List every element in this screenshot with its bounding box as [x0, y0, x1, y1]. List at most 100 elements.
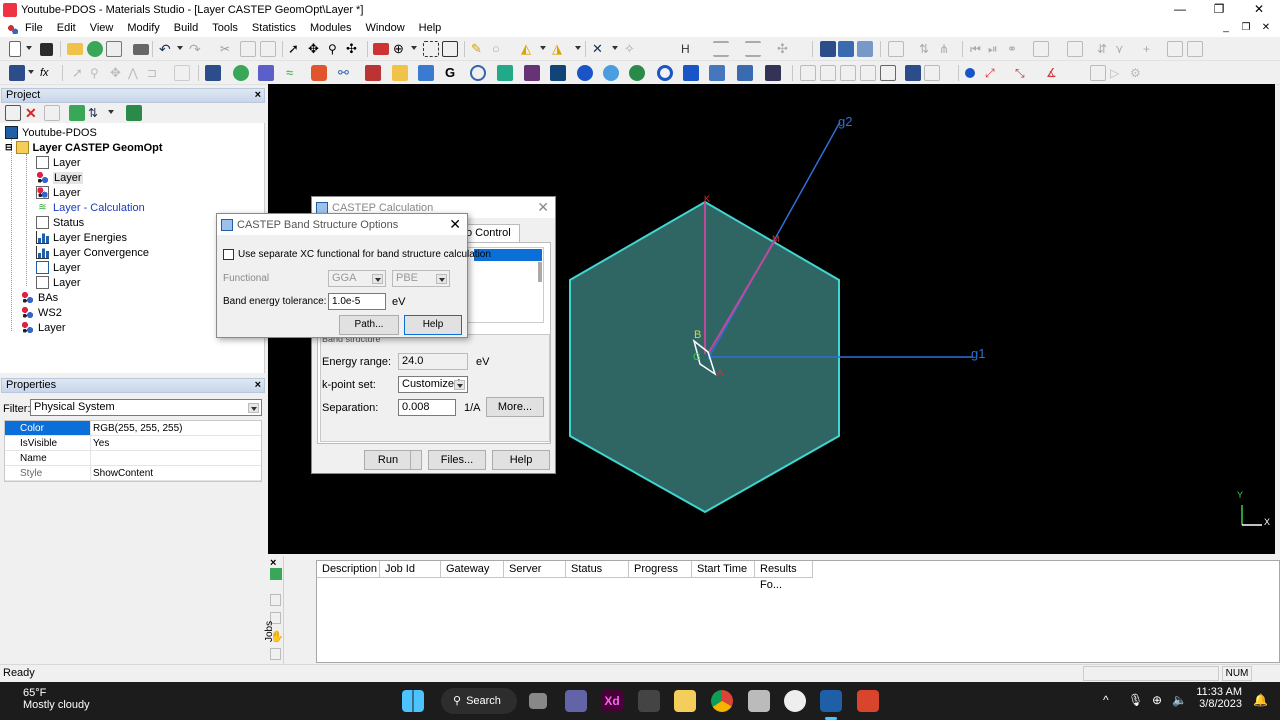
band-dialog-close-button[interactable]: ✕ [449, 216, 461, 232]
microphone-icon[interactable]: 🎙 [1128, 693, 1143, 707]
col-start-time[interactable]: Start Time [692, 561, 755, 578]
home-view-icon[interactable] [373, 43, 389, 55]
materials-visualizer-icon[interactable] [784, 690, 806, 712]
formula-icon[interactable]: fx [40, 65, 56, 81]
tools-module-icon[interactable] [765, 65, 781, 81]
sorption-icon[interactable] [524, 65, 540, 81]
tree-item-layer-6[interactable]: Layer [21, 320, 66, 335]
copy-icon[interactable] [240, 41, 256, 57]
print-icon[interactable] [133, 44, 149, 55]
synthia-icon[interactable] [737, 65, 753, 81]
task-view-icon[interactable] [529, 693, 547, 709]
zoom-icon[interactable]: ⚲ [328, 41, 344, 57]
property-row-isvisible[interactable]: IsVisible Yes [5, 436, 261, 451]
maximize-button[interactable]: ❐ [1199, 0, 1239, 19]
properties-list-scrollbar[interactable] [538, 262, 542, 282]
start-icon[interactable] [402, 690, 424, 712]
run-button[interactable]: Run [364, 450, 422, 470]
measure-dropdown-icon[interactable] [612, 46, 618, 50]
grid-icon[interactable] [1033, 41, 1049, 57]
tree-item-bas[interactable]: BAs [21, 290, 58, 305]
file-explorer-icon[interactable] [674, 690, 696, 712]
grid-table3-icon[interactable] [840, 65, 856, 81]
grid-table-icon[interactable] [800, 65, 816, 81]
center-dropdown-icon[interactable] [411, 46, 417, 50]
lock-icon[interactable] [1167, 41, 1183, 57]
color-fill-dropdown-icon[interactable] [540, 46, 546, 50]
tree-item-layer-3[interactable]: Layer [36, 185, 81, 200]
property-row-name[interactable]: Name [5, 451, 261, 466]
menu-statistics[interactable]: Statistics [245, 19, 303, 37]
bond-edit2-icon[interactable]: ⤡ [1015, 65, 1031, 81]
bond-edit-icon[interactable]: ⤢ [985, 65, 1001, 81]
conformers-icon[interactable]: ≈ [286, 65, 302, 81]
menu-window[interactable]: Window [359, 19, 412, 37]
plus-icon[interactable]: + [1143, 41, 1159, 57]
blends-icon[interactable] [258, 65, 274, 81]
adsorption-icon[interactable] [233, 65, 249, 81]
home-disabled-icon[interactable] [174, 65, 190, 81]
col-description[interactable]: Description [317, 561, 380, 578]
sketch-ring-icon[interactable]: ○ [492, 41, 508, 57]
network-icon[interactable]: ⊕ [1152, 693, 1162, 707]
grid-table2-icon[interactable] [820, 65, 836, 81]
col-server[interactable]: Server [504, 561, 566, 578]
kpoint-set-select[interactable]: Customized [398, 376, 468, 393]
play-icon[interactable]: ▷ [1110, 65, 1126, 81]
page-icon[interactable] [1090, 65, 1106, 81]
peak-disabled-icon[interactable]: ⋀ [128, 65, 144, 81]
menu-edit[interactable]: Edit [50, 19, 83, 37]
tree-item-youtube-pdos[interactable]: Youtube-PDOS [5, 125, 97, 140]
menu-help[interactable]: Help [412, 19, 449, 37]
select-disabled-icon[interactable]: ➚ [72, 65, 88, 81]
align-icon[interactable] [713, 41, 729, 57]
clock[interactable]: 11:33 AM 3/8/2023 [1196, 686, 1242, 710]
export-grid-icon[interactable] [1187, 41, 1203, 57]
export-icon[interactable] [106, 41, 122, 57]
forcite-icon[interactable]: ⚯ [338, 65, 354, 81]
col-progress[interactable]: Progress [629, 561, 692, 578]
castep-task-icon[interactable] [857, 690, 879, 712]
tree-item-ws2[interactable]: WS2 [21, 305, 62, 320]
separation-field[interactable]: 0.008 [398, 399, 456, 416]
properties-close-button[interactable]: × [255, 379, 261, 392]
qmera-icon[interactable] [657, 65, 673, 81]
grid-view-icon[interactable] [924, 65, 940, 81]
jobs-document-icon[interactable] [270, 594, 281, 606]
display-style-icon[interactable] [442, 41, 458, 57]
volume-icon[interactable]: 🔈 [1172, 693, 1187, 707]
amorphous-cell-icon[interactable] [205, 65, 221, 81]
notification-icon[interactable]: 🔔 [1253, 693, 1268, 707]
jobs-page-icon[interactable] [270, 648, 281, 660]
sort-dropdown-icon[interactable] [108, 110, 114, 114]
select-arrow-icon[interactable]: ➚ [288, 41, 304, 57]
chart-tools-icon[interactable] [888, 41, 904, 57]
measure-icon[interactable]: ✕ [592, 41, 608, 57]
tree-item-layer-calculation[interactable]: ≋ Layer - Calculation [36, 200, 144, 215]
sort-desc-icon[interactable]: ⇵ [1097, 41, 1113, 57]
project-close-button[interactable]: × [255, 89, 261, 102]
delete-icon[interactable]: ✕ [25, 105, 41, 121]
weather-widget[interactable]: 65°F Mostly cloudy [23, 687, 90, 711]
open-folder-icon[interactable] [67, 43, 83, 55]
paste-icon[interactable] [260, 41, 276, 57]
path-button[interactable]: Path... [339, 315, 399, 335]
nmr-icon[interactable] [683, 65, 699, 81]
tree-item-layer-2[interactable]: Layer [36, 170, 83, 185]
label-icon[interactable]: ◮ [552, 41, 568, 57]
minimize-button[interactable]: — [1160, 0, 1200, 19]
sketch-pencil-icon[interactable]: ✎ [471, 41, 487, 57]
menu-file[interactable]: File [18, 19, 50, 37]
color-fill-icon[interactable]: ◭ [521, 41, 537, 57]
menu-modify[interactable]: Modify [120, 19, 166, 37]
table-icon[interactable] [1067, 41, 1083, 57]
zoom-disabled-icon[interactable]: ⚲ [90, 65, 106, 81]
hbond-icon[interactable]: H [681, 41, 697, 57]
tray-overflow-icon[interactable]: ^ [1103, 693, 1109, 707]
col-results-folder[interactable]: Results Fo... [755, 561, 813, 591]
search-box[interactable]: ⚲ Search [441, 688, 517, 714]
close-window-button[interactable]: ✕ [1239, 0, 1279, 19]
rotate-icon[interactable]: ✥ [308, 41, 324, 57]
chat-icon[interactable] [565, 690, 587, 712]
forward-icon[interactable]: ⏯ [988, 41, 1004, 57]
